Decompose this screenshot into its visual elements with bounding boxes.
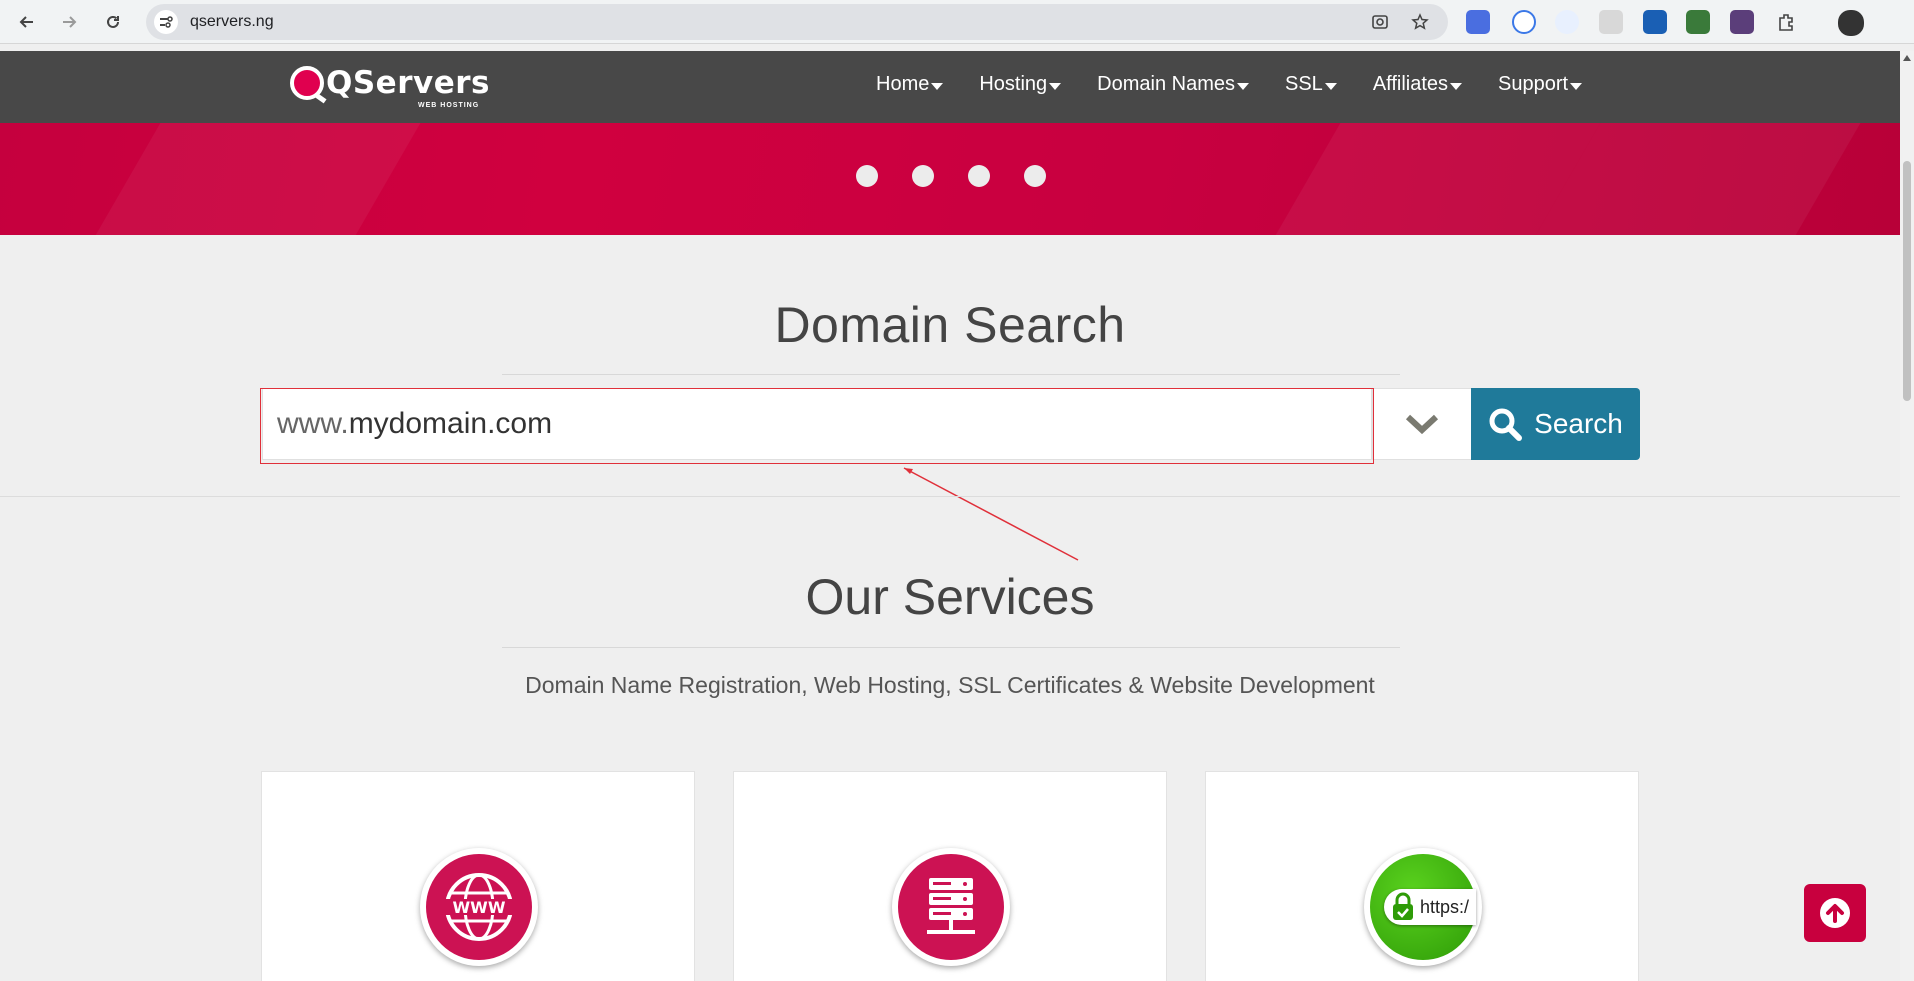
domain-prefix: www.	[277, 407, 349, 440]
logo-q-mark	[290, 66, 324, 100]
logo-text: QServers	[326, 65, 490, 101]
extensions-icon[interactable]	[1774, 10, 1798, 34]
service-badge: https:/	[1364, 848, 1482, 966]
browser-toolbar: qservers.ng	[0, 0, 1914, 44]
lock-icon	[1393, 892, 1413, 920]
service-card-ssl[interactable]: https:/	[1205, 771, 1639, 981]
site-header: QServers WEB HOSTING Home Hosting Domain…	[0, 51, 1900, 123]
nav-item-ssl[interactable]: SSL	[1285, 73, 1337, 96]
screenshot-icon[interactable]	[1370, 12, 1390, 32]
service-card-domains[interactable]: WWW	[261, 771, 695, 981]
url-text[interactable]: qservers.ng	[190, 13, 274, 31]
star-icon[interactable]	[1410, 12, 1430, 32]
search-button-label: Search	[1534, 408, 1623, 439]
nav-item-support[interactable]: Support	[1498, 73, 1583, 96]
https-lock-icon: https:/	[1370, 854, 1476, 960]
qservers-logo[interactable]: QServers WEB HOSTING	[290, 65, 490, 109]
slider-dot-1[interactable]	[856, 165, 878, 187]
page-scrollbar[interactable]	[1900, 51, 1914, 981]
logo-tagline: WEB HOSTING	[418, 102, 480, 109]
forward-icon[interactable]	[56, 9, 82, 35]
caret-down-icon	[1049, 82, 1062, 90]
back-icon[interactable]	[14, 9, 40, 35]
caret-down-icon	[1450, 82, 1463, 90]
extension-icon-5[interactable]	[1643, 10, 1667, 34]
slider-dot-2[interactable]	[912, 165, 934, 187]
extension-icon-3[interactable]	[1555, 10, 1579, 34]
title-divider	[502, 374, 1400, 375]
domain-placeholder: mydomain.com	[348, 407, 553, 440]
nav-label: Home	[876, 73, 930, 95]
server-icon	[898, 854, 1004, 960]
https-text: https:/	[1420, 896, 1470, 917]
nav-item-affiliates[interactable]: Affiliates	[1372, 73, 1463, 96]
arrow-up-circle-icon	[1820, 898, 1850, 928]
docs-extension-icon[interactable]	[1512, 10, 1536, 34]
service-card-hosting[interactable]	[733, 771, 1167, 981]
nav-label: Affiliates	[1372, 73, 1449, 95]
caret-down-icon	[1570, 82, 1583, 90]
service-badge	[892, 848, 1010, 966]
translate-extension-icon[interactable]	[1466, 10, 1490, 34]
title-divider	[502, 647, 1400, 648]
back-to-top-button[interactable]	[1804, 884, 1866, 942]
scrollbar-thumb[interactable]	[1903, 161, 1911, 401]
nav-label: Domain Names	[1097, 73, 1235, 95]
extension-icon-7[interactable]	[1730, 10, 1754, 34]
chevron-down-icon	[1405, 414, 1439, 435]
caret-down-icon	[931, 82, 944, 90]
nav-label: Hosting	[979, 73, 1048, 95]
services-title: Our Services	[805, 569, 1095, 625]
caret-down-icon	[1324, 82, 1337, 90]
scroll-up-arrow-icon[interactable]	[1903, 55, 1911, 61]
tld-select[interactable]	[1372, 388, 1472, 460]
profile-avatar[interactable]	[1838, 10, 1864, 36]
svg-text:WWW: WWW	[453, 898, 506, 917]
search-icon	[1489, 408, 1523, 441]
domain-search-title: Domain Search	[774, 297, 1126, 353]
services-subtitle: Domain Name Registration, Web Hosting, S…	[525, 672, 1375, 698]
domain-search-form: www. mydomain.com Search	[262, 388, 1640, 460]
hero-slider	[0, 123, 1900, 235]
hero-decoration	[56, 123, 444, 235]
nav-item-domain-names[interactable]: Domain Names	[1097, 73, 1249, 96]
extension-icon-6[interactable]	[1686, 10, 1710, 34]
main-nav: Home Hosting Domain Names SSL Affiliates…	[876, 73, 1618, 96]
search-button[interactable]: Search	[1471, 388, 1640, 460]
domain-search-input[interactable]: www. mydomain.com	[262, 388, 1372, 460]
https-bar: https:/	[1384, 889, 1476, 925]
site-info-icon[interactable]	[154, 10, 178, 34]
slider-dots	[856, 165, 1046, 187]
extension-icon-4[interactable]	[1599, 10, 1623, 34]
reload-icon[interactable]	[100, 9, 126, 35]
section-divider	[0, 496, 1900, 497]
caret-down-icon	[1237, 82, 1249, 90]
slider-dot-3[interactable]	[968, 165, 990, 187]
slider-dot-4[interactable]	[1024, 165, 1046, 187]
nav-item-home[interactable]: Home	[876, 73, 944, 96]
nav-label: Support	[1498, 73, 1569, 95]
address-bar[interactable]: qservers.ng	[146, 4, 1448, 40]
nav-item-hosting[interactable]: Hosting	[979, 73, 1062, 96]
service-badge: WWW	[420, 848, 538, 966]
www-globe-icon: WWW	[426, 854, 532, 960]
nav-label: SSL	[1285, 73, 1323, 95]
